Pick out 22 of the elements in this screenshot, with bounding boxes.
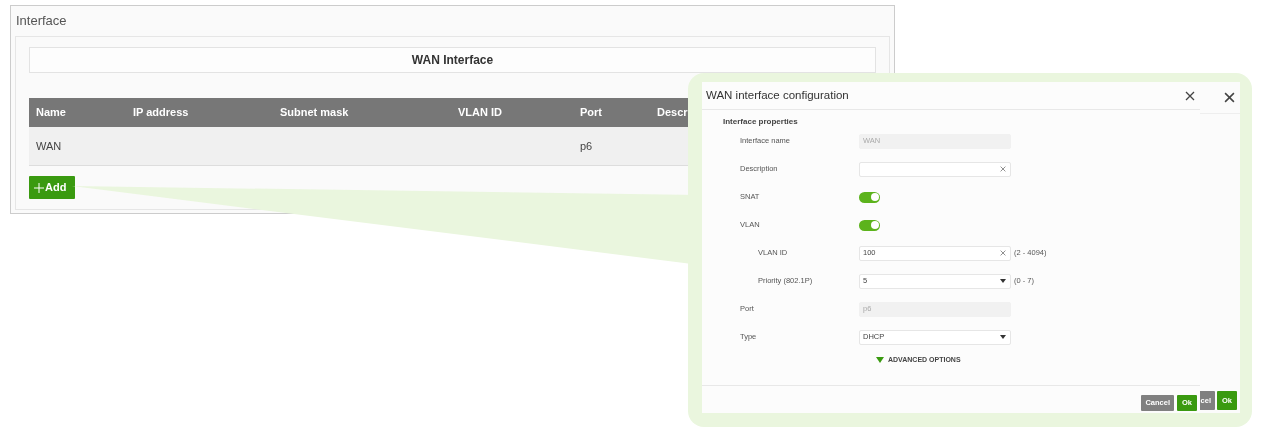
- clear-icon[interactable]: [1000, 250, 1006, 256]
- dropdown-caret-icon: [1000, 279, 1006, 283]
- toggle-switch[interactable]: [859, 191, 880, 203]
- input-field[interactable]: [859, 161, 1011, 177]
- dropdown-caret-icon: [1000, 335, 1006, 339]
- toggle-switch[interactable]: [859, 219, 880, 231]
- column-header: VLAN ID: [451, 98, 573, 127]
- close-icon[interactable]: [1185, 90, 1195, 101]
- column-header: Name: [29, 98, 126, 127]
- column-header: Subnet mask: [273, 98, 451, 127]
- table-cell: WAN: [29, 127, 126, 166]
- page-title: Interface: [15, 12, 68, 30]
- triangle-down-icon[interactable]: [876, 357, 884, 363]
- clear-icon[interactable]: [1000, 166, 1006, 172]
- plus-icon: [34, 182, 44, 193]
- add-button[interactable]: Add: [29, 176, 75, 199]
- section-title: Interface properties: [723, 116, 799, 127]
- section-title: WAN Interface: [411, 52, 494, 69]
- table-cell: p6: [573, 127, 650, 166]
- column-header: IP address: [126, 98, 273, 127]
- column-header: Port: [573, 98, 650, 127]
- close-icon[interactable]: [1224, 92, 1235, 103]
